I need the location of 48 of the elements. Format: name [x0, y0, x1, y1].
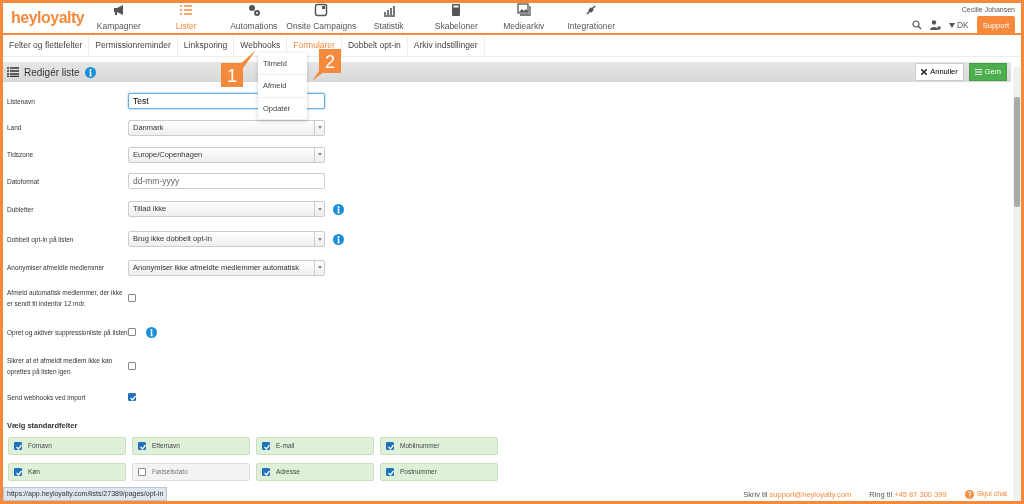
nav-tab[interactable]: Kampagner [85, 3, 153, 33]
checkbox[interactable] [128, 328, 136, 336]
sub-tab[interactable]: Permissionreminder [89, 35, 178, 56]
panel-title: Redigér liste [24, 65, 80, 80]
scrollbar[interactable] [1013, 67, 1021, 501]
nav-tab[interactable]: Statistik [355, 3, 423, 33]
checkbox[interactable] [386, 468, 394, 477]
checkbox[interactable] [128, 393, 136, 401]
checkbox[interactable] [128, 362, 136, 370]
user-settings-icon[interactable] [929, 20, 941, 31]
bar-chart-icon [381, 3, 396, 18]
sub-tab[interactable]: Felter og flettefelter [3, 35, 90, 56]
checkbox[interactable] [138, 442, 146, 451]
caret-icon [314, 232, 324, 246]
input-field[interactable]: dd-mm-yyyy [128, 173, 325, 189]
question-icon [964, 489, 974, 499]
list-icon [179, 3, 194, 18]
sub-tab[interactable]: Linksporing [177, 35, 235, 56]
language-selector[interactable]: DK [948, 18, 969, 32]
checkbox[interactable] [14, 442, 22, 451]
checkbox[interactable] [14, 468, 22, 477]
close-icon [921, 69, 928, 75]
caret-icon [314, 120, 324, 135]
caret-icon [314, 147, 324, 162]
list-icon [974, 69, 982, 75]
sub-tab[interactable]: Arkiv indstillinger [407, 35, 485, 56]
info-icon[interactable] [84, 66, 96, 78]
caret-icon [314, 260, 324, 275]
checkbox[interactable] [138, 468, 146, 477]
images-icon [516, 3, 531, 18]
checkbox[interactable] [262, 468, 270, 477]
nav-tab[interactable]: Skabeloner [422, 3, 490, 33]
nav-tab[interactable]: Onsite Campaigns [287, 3, 355, 33]
list-icon [7, 67, 19, 77]
info-icon[interactable] [333, 233, 344, 245]
nav-tab[interactable]: Integrationer [557, 3, 625, 33]
window-icon [314, 3, 329, 18]
caret-icon [948, 22, 955, 28]
info-icon[interactable] [146, 326, 157, 338]
search-icon[interactable] [911, 20, 922, 31]
checkbox[interactable] [386, 442, 394, 451]
checkbox[interactable] [128, 294, 136, 302]
caret-icon [314, 202, 324, 216]
nav-tab[interactable]: Mediearkiv [490, 3, 558, 33]
checkbox[interactable] [262, 442, 270, 451]
megaphone-icon [111, 3, 126, 18]
gears-icon [246, 3, 261, 18]
info-icon[interactable] [333, 203, 344, 215]
